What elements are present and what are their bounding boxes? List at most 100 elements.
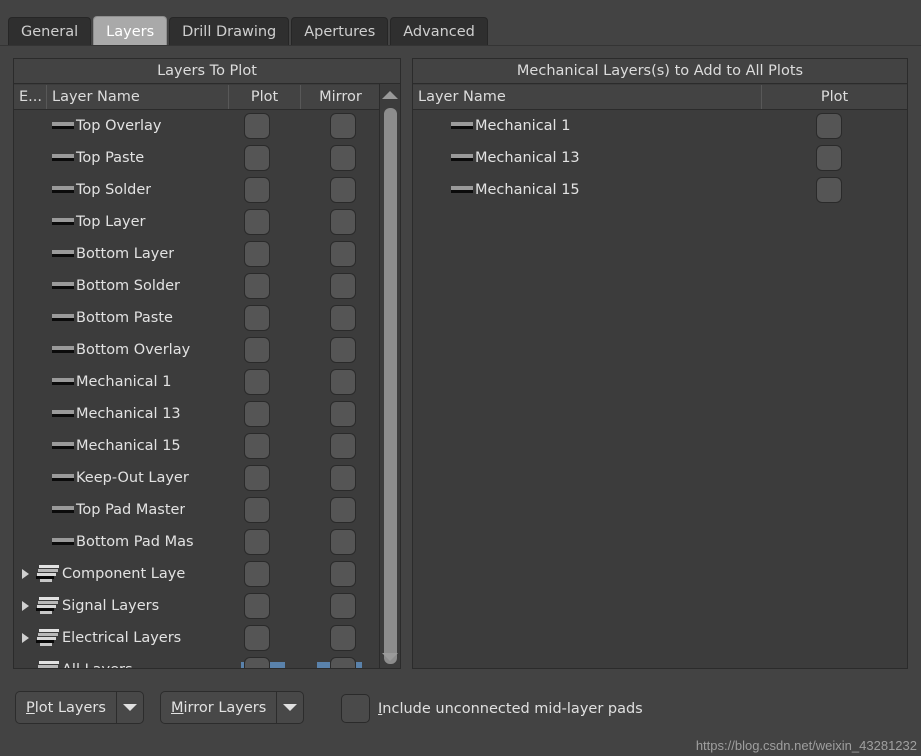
tab-layers[interactable]: Layers	[93, 16, 168, 46]
chevron-down-icon[interactable]	[277, 692, 303, 723]
table-row[interactable]: Mechanical 13	[14, 398, 400, 430]
plot-checkbox[interactable]	[244, 177, 270, 203]
table-row[interactable]: All Layers	[14, 654, 400, 668]
layer-name-cell: Top Paste	[36, 148, 144, 168]
column-header-e[interactable]: E...	[14, 85, 46, 109]
include-unconnected-pads-label[interactable]: Include unconnected mid-layer pads	[378, 701, 643, 717]
mirror-checkbox[interactable]	[330, 337, 356, 363]
table-row[interactable]: Top Solder	[14, 174, 400, 206]
plot-checkbox[interactable]	[244, 593, 270, 619]
mirror-checkbox[interactable]	[330, 593, 356, 619]
table-row[interactable]: Bottom Overlay	[14, 334, 400, 366]
plot-checkbox[interactable]	[244, 657, 270, 668]
table-row[interactable]: Keep-Out Layer	[14, 462, 400, 494]
mirror-checkbox[interactable]	[330, 209, 356, 235]
plot-checkbox[interactable]	[244, 241, 270, 267]
plot-checkbox[interactable]	[244, 529, 270, 555]
plot-checkbox[interactable]	[816, 177, 842, 203]
tab-advanced[interactable]: Advanced	[390, 17, 488, 46]
layer-name-label: Mechanical 15	[475, 182, 580, 198]
plot-checkbox[interactable]	[244, 273, 270, 299]
layer-group-icon	[36, 596, 60, 616]
table-row[interactable]: Mechanical 1	[413, 110, 907, 142]
column-header-plot[interactable]: Plot	[228, 85, 300, 109]
left-list-viewport[interactable]: Top Overlay Top Paste Top Solder Top Layer B…	[14, 110, 400, 668]
table-row[interactable]: Bottom Solder	[14, 270, 400, 302]
right-list-viewport[interactable]: Mechanical 1 Mechanical 13 Mechanical 15	[413, 110, 907, 668]
mirror-checkbox[interactable]	[330, 465, 356, 491]
column-header-layer-name[interactable]: Layer Name	[413, 85, 761, 109]
table-row[interactable]: Mechanical 15	[413, 174, 907, 206]
mirror-checkbox[interactable]	[330, 433, 356, 459]
plot-checkbox[interactable]	[244, 337, 270, 363]
scrollbar-thumb[interactable]	[384, 108, 397, 664]
table-row[interactable]: Bottom Paste	[14, 302, 400, 334]
layer-name-label: All Layers	[62, 660, 133, 668]
table-row[interactable]: Top Overlay	[14, 110, 400, 142]
mirror-checkbox[interactable]	[330, 497, 356, 523]
expand-arrow-icon[interactable]	[14, 569, 36, 579]
layer-icon	[52, 409, 74, 419]
mirror-layers-button[interactable]: Mirror Layers	[160, 691, 305, 724]
table-row[interactable]: Mechanical 15	[14, 430, 400, 462]
right-column-headers: Layer Name Plot	[413, 85, 907, 110]
plot-checkbox[interactable]	[244, 369, 270, 395]
table-row[interactable]: Top Layer	[14, 206, 400, 238]
layer-name-label: Mechanical 1	[76, 374, 172, 390]
layer-name-label: Component Laye	[62, 566, 186, 582]
mirror-checkbox[interactable]	[330, 241, 356, 267]
column-header-layer-name[interactable]: Layer Name	[46, 85, 228, 109]
mirror-checkbox[interactable]	[330, 529, 356, 555]
mirror-checkbox[interactable]	[330, 657, 356, 668]
plot-checkbox[interactable]	[244, 401, 270, 427]
table-row[interactable]: Signal Layers	[14, 590, 400, 622]
plot-checkbox[interactable]	[244, 209, 270, 235]
plot-checkbox[interactable]	[244, 113, 270, 139]
plot-layers-button[interactable]: Plot Layers	[15, 691, 144, 724]
plot-layers-label: Plot Layers	[26, 699, 106, 716]
table-row[interactable]: Mechanical 1	[14, 366, 400, 398]
plot-checkbox[interactable]	[244, 561, 270, 587]
plot-checkbox[interactable]	[244, 305, 270, 331]
tab-general[interactable]: General	[8, 17, 92, 46]
plot-checkbox[interactable]	[816, 145, 842, 171]
plot-checkbox[interactable]	[816, 113, 842, 139]
layer-icon	[52, 281, 74, 291]
table-row[interactable]: Top Pad Master	[14, 494, 400, 526]
mirror-checkbox[interactable]	[330, 273, 356, 299]
table-row[interactable]: Top Paste	[14, 142, 400, 174]
mirror-checkbox[interactable]	[330, 561, 356, 587]
mirror-checkbox[interactable]	[330, 625, 356, 651]
plot-checkbox[interactable]	[244, 625, 270, 651]
tab-apertures[interactable]: Apertures	[291, 17, 389, 46]
layer-name-cell: Mechanical 13	[413, 148, 580, 168]
plot-checkbox[interactable]	[244, 497, 270, 523]
left-list-scrollbar[interactable]	[379, 84, 400, 668]
mirror-checkbox[interactable]	[330, 305, 356, 331]
chevron-down-icon[interactable]	[117, 692, 143, 723]
table-row[interactable]: Mechanical 13	[413, 142, 907, 174]
plot-checkbox[interactable]	[244, 465, 270, 491]
plot-checkbox[interactable]	[244, 145, 270, 171]
mirror-checkbox[interactable]	[330, 369, 356, 395]
mirror-checkbox[interactable]	[330, 145, 356, 171]
scroll-up-arrow-icon[interactable]	[380, 86, 400, 104]
table-row[interactable]: Component Laye	[14, 558, 400, 590]
scroll-down-arrow-icon[interactable]	[380, 648, 400, 666]
table-row[interactable]: Bottom Pad Mas	[14, 526, 400, 558]
expand-arrow-icon[interactable]	[14, 633, 36, 643]
layer-name-cell: Top Layer	[36, 212, 146, 232]
layer-name-label: Top Solder	[76, 182, 152, 198]
layer-name-cell: Top Pad Master	[36, 500, 185, 520]
table-row[interactable]: Electrical Layers	[14, 622, 400, 654]
mirror-checkbox[interactable]	[330, 177, 356, 203]
mirror-checkbox[interactable]	[330, 401, 356, 427]
include-unconnected-pads-checkbox[interactable]	[341, 694, 370, 723]
tab-drill-drawing[interactable]: Drill Drawing	[169, 17, 290, 46]
mirror-checkbox[interactable]	[330, 113, 356, 139]
column-header-mirror[interactable]: Mirror	[300, 85, 380, 109]
table-row[interactable]: Bottom Layer	[14, 238, 400, 270]
column-header-plot[interactable]: Plot	[761, 85, 907, 109]
expand-arrow-icon[interactable]	[14, 601, 36, 611]
plot-checkbox[interactable]	[244, 433, 270, 459]
